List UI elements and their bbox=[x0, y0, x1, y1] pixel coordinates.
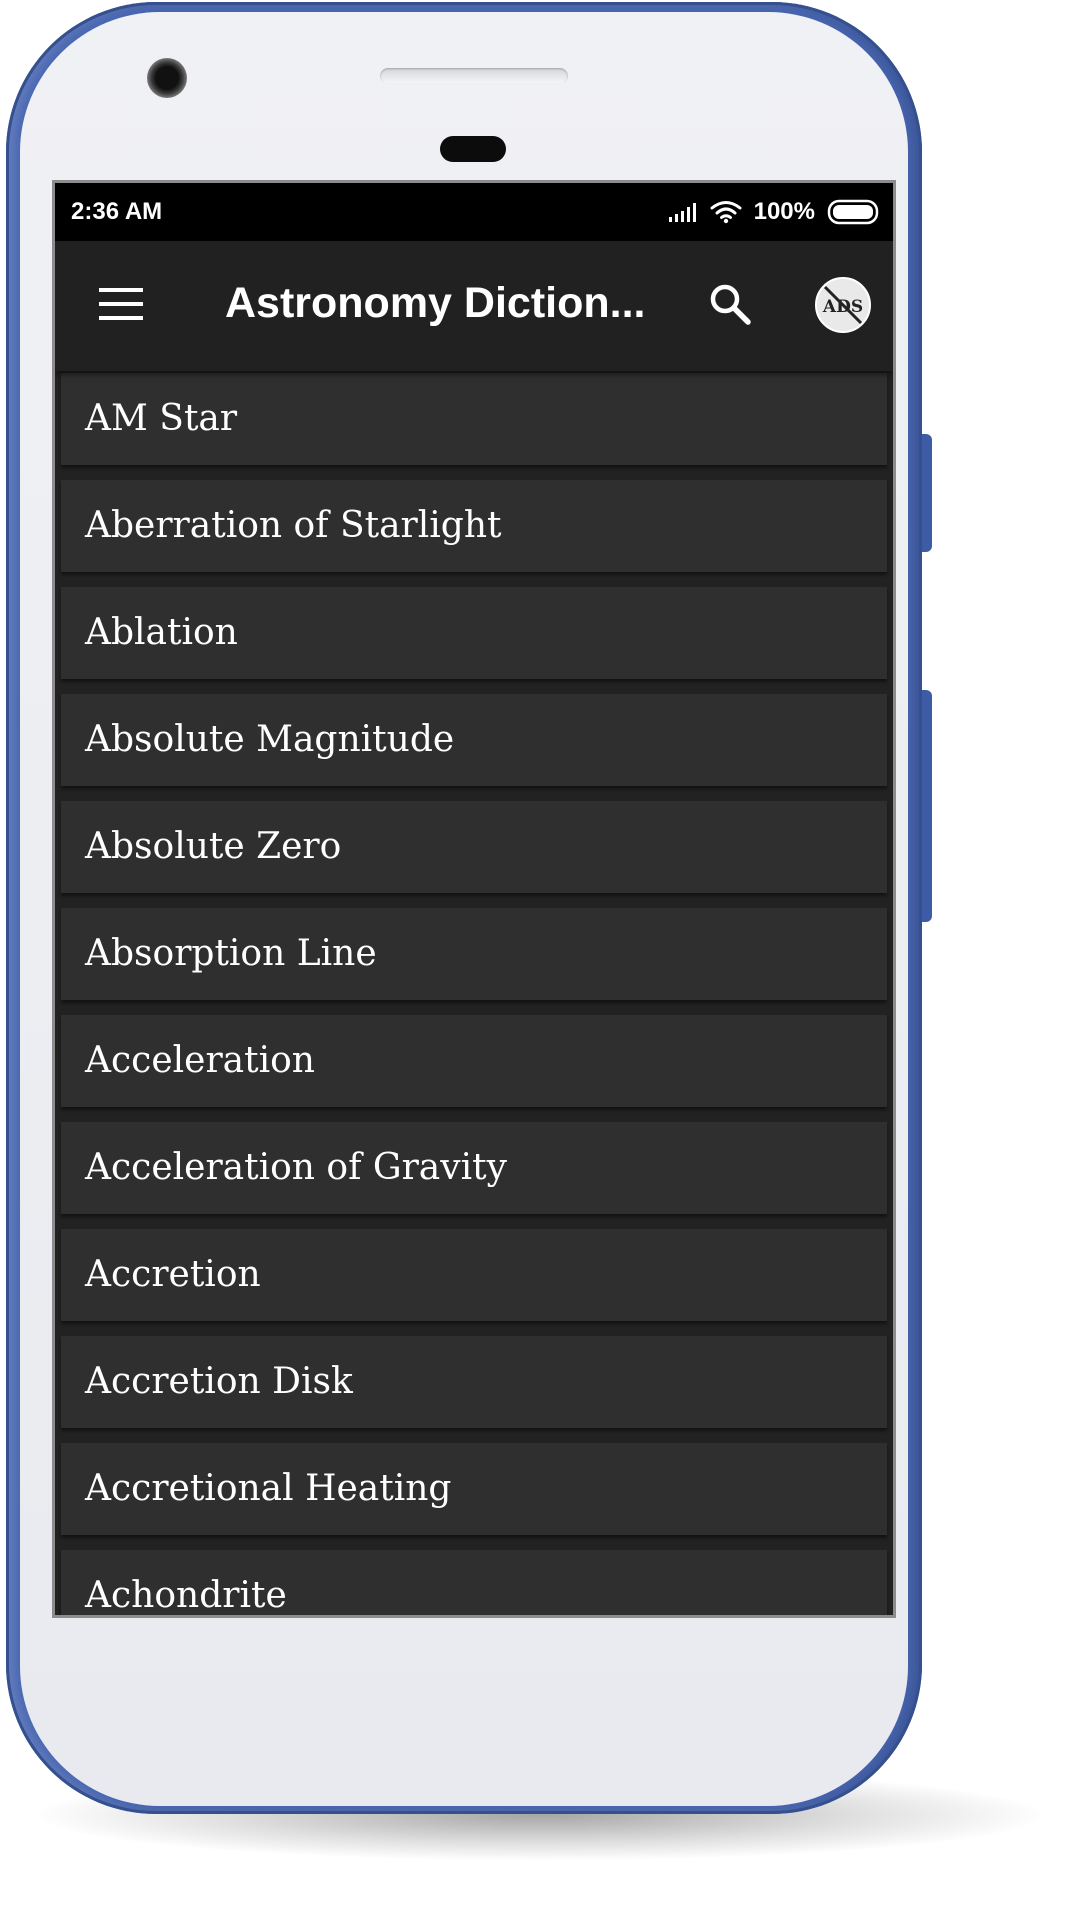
wifi-icon bbox=[710, 201, 742, 224]
term-label: Acceleration of Gravity bbox=[85, 1147, 507, 1188]
list-item[interactable]: Absorption Line bbox=[61, 908, 887, 1000]
status-time: 2:36 AM bbox=[71, 198, 163, 225]
term-label: Absolute Magnitude bbox=[85, 719, 455, 760]
list-item[interactable]: Accretion bbox=[61, 1229, 887, 1321]
term-label: Absorption Line bbox=[85, 933, 377, 974]
term-label: Acceleration bbox=[85, 1040, 315, 1081]
app-bar: Astronomy Diction... ADS bbox=[55, 241, 893, 371]
term-label: Absolute Zero bbox=[85, 826, 342, 867]
signal-icon bbox=[668, 203, 696, 222]
status-bar: 2:36 AM 100% bbox=[55, 183, 893, 241]
term-label: Ablation bbox=[85, 612, 238, 653]
term-label: Achondrite bbox=[85, 1575, 287, 1616]
list-item[interactable]: Absolute Zero bbox=[61, 801, 887, 893]
list-item[interactable]: Acceleration bbox=[61, 1015, 887, 1107]
no-ads-badge-text: ADS bbox=[822, 297, 863, 317]
term-label: Accretional Heating bbox=[85, 1468, 452, 1509]
menu-icon[interactable] bbox=[99, 288, 143, 322]
list-item[interactable]: Ablation bbox=[61, 587, 887, 679]
battery-percent: 100% bbox=[753, 198, 815, 225]
proximity-sensor bbox=[440, 136, 506, 162]
list-item[interactable]: Aberration of Starlight bbox=[61, 480, 887, 572]
status-icons: 100% bbox=[668, 195, 881, 229]
no-ads-icon[interactable]: ADS bbox=[813, 275, 873, 335]
search-icon[interactable] bbox=[707, 281, 753, 327]
volume-button bbox=[922, 690, 932, 922]
app-title: Astronomy Diction... bbox=[225, 279, 646, 327]
list-item[interactable]: Absolute Magnitude bbox=[61, 694, 887, 786]
phone-frame: 2:36 AM 100% Astronomy Diction... AM Sta… bbox=[6, 2, 922, 1814]
term-label: Aberration of Starlight bbox=[85, 505, 502, 546]
device-screen: 2:36 AM 100% Astronomy Diction... AM Sta… bbox=[52, 180, 896, 1618]
term-label: Accretion bbox=[85, 1254, 261, 1295]
list-item[interactable]: Accretion Disk bbox=[61, 1336, 887, 1428]
term-list: AM Star Aberration of Starlight Ablation… bbox=[61, 373, 887, 1616]
list-item[interactable]: AM Star bbox=[61, 373, 887, 465]
earpiece-speaker bbox=[380, 68, 568, 84]
mockup-stage: 2:36 AM 100% Astronomy Diction... AM Sta… bbox=[0, 0, 1080, 1920]
battery-icon bbox=[827, 199, 879, 225]
list-item[interactable]: Achondrite bbox=[61, 1550, 887, 1616]
power-button bbox=[922, 434, 932, 552]
list-item[interactable]: Accretional Heating bbox=[61, 1443, 887, 1535]
term-label: AM Star bbox=[85, 398, 238, 439]
front-camera-icon bbox=[147, 58, 187, 98]
list-item[interactable]: Acceleration of Gravity bbox=[61, 1122, 887, 1214]
term-label: Accretion Disk bbox=[85, 1361, 353, 1402]
